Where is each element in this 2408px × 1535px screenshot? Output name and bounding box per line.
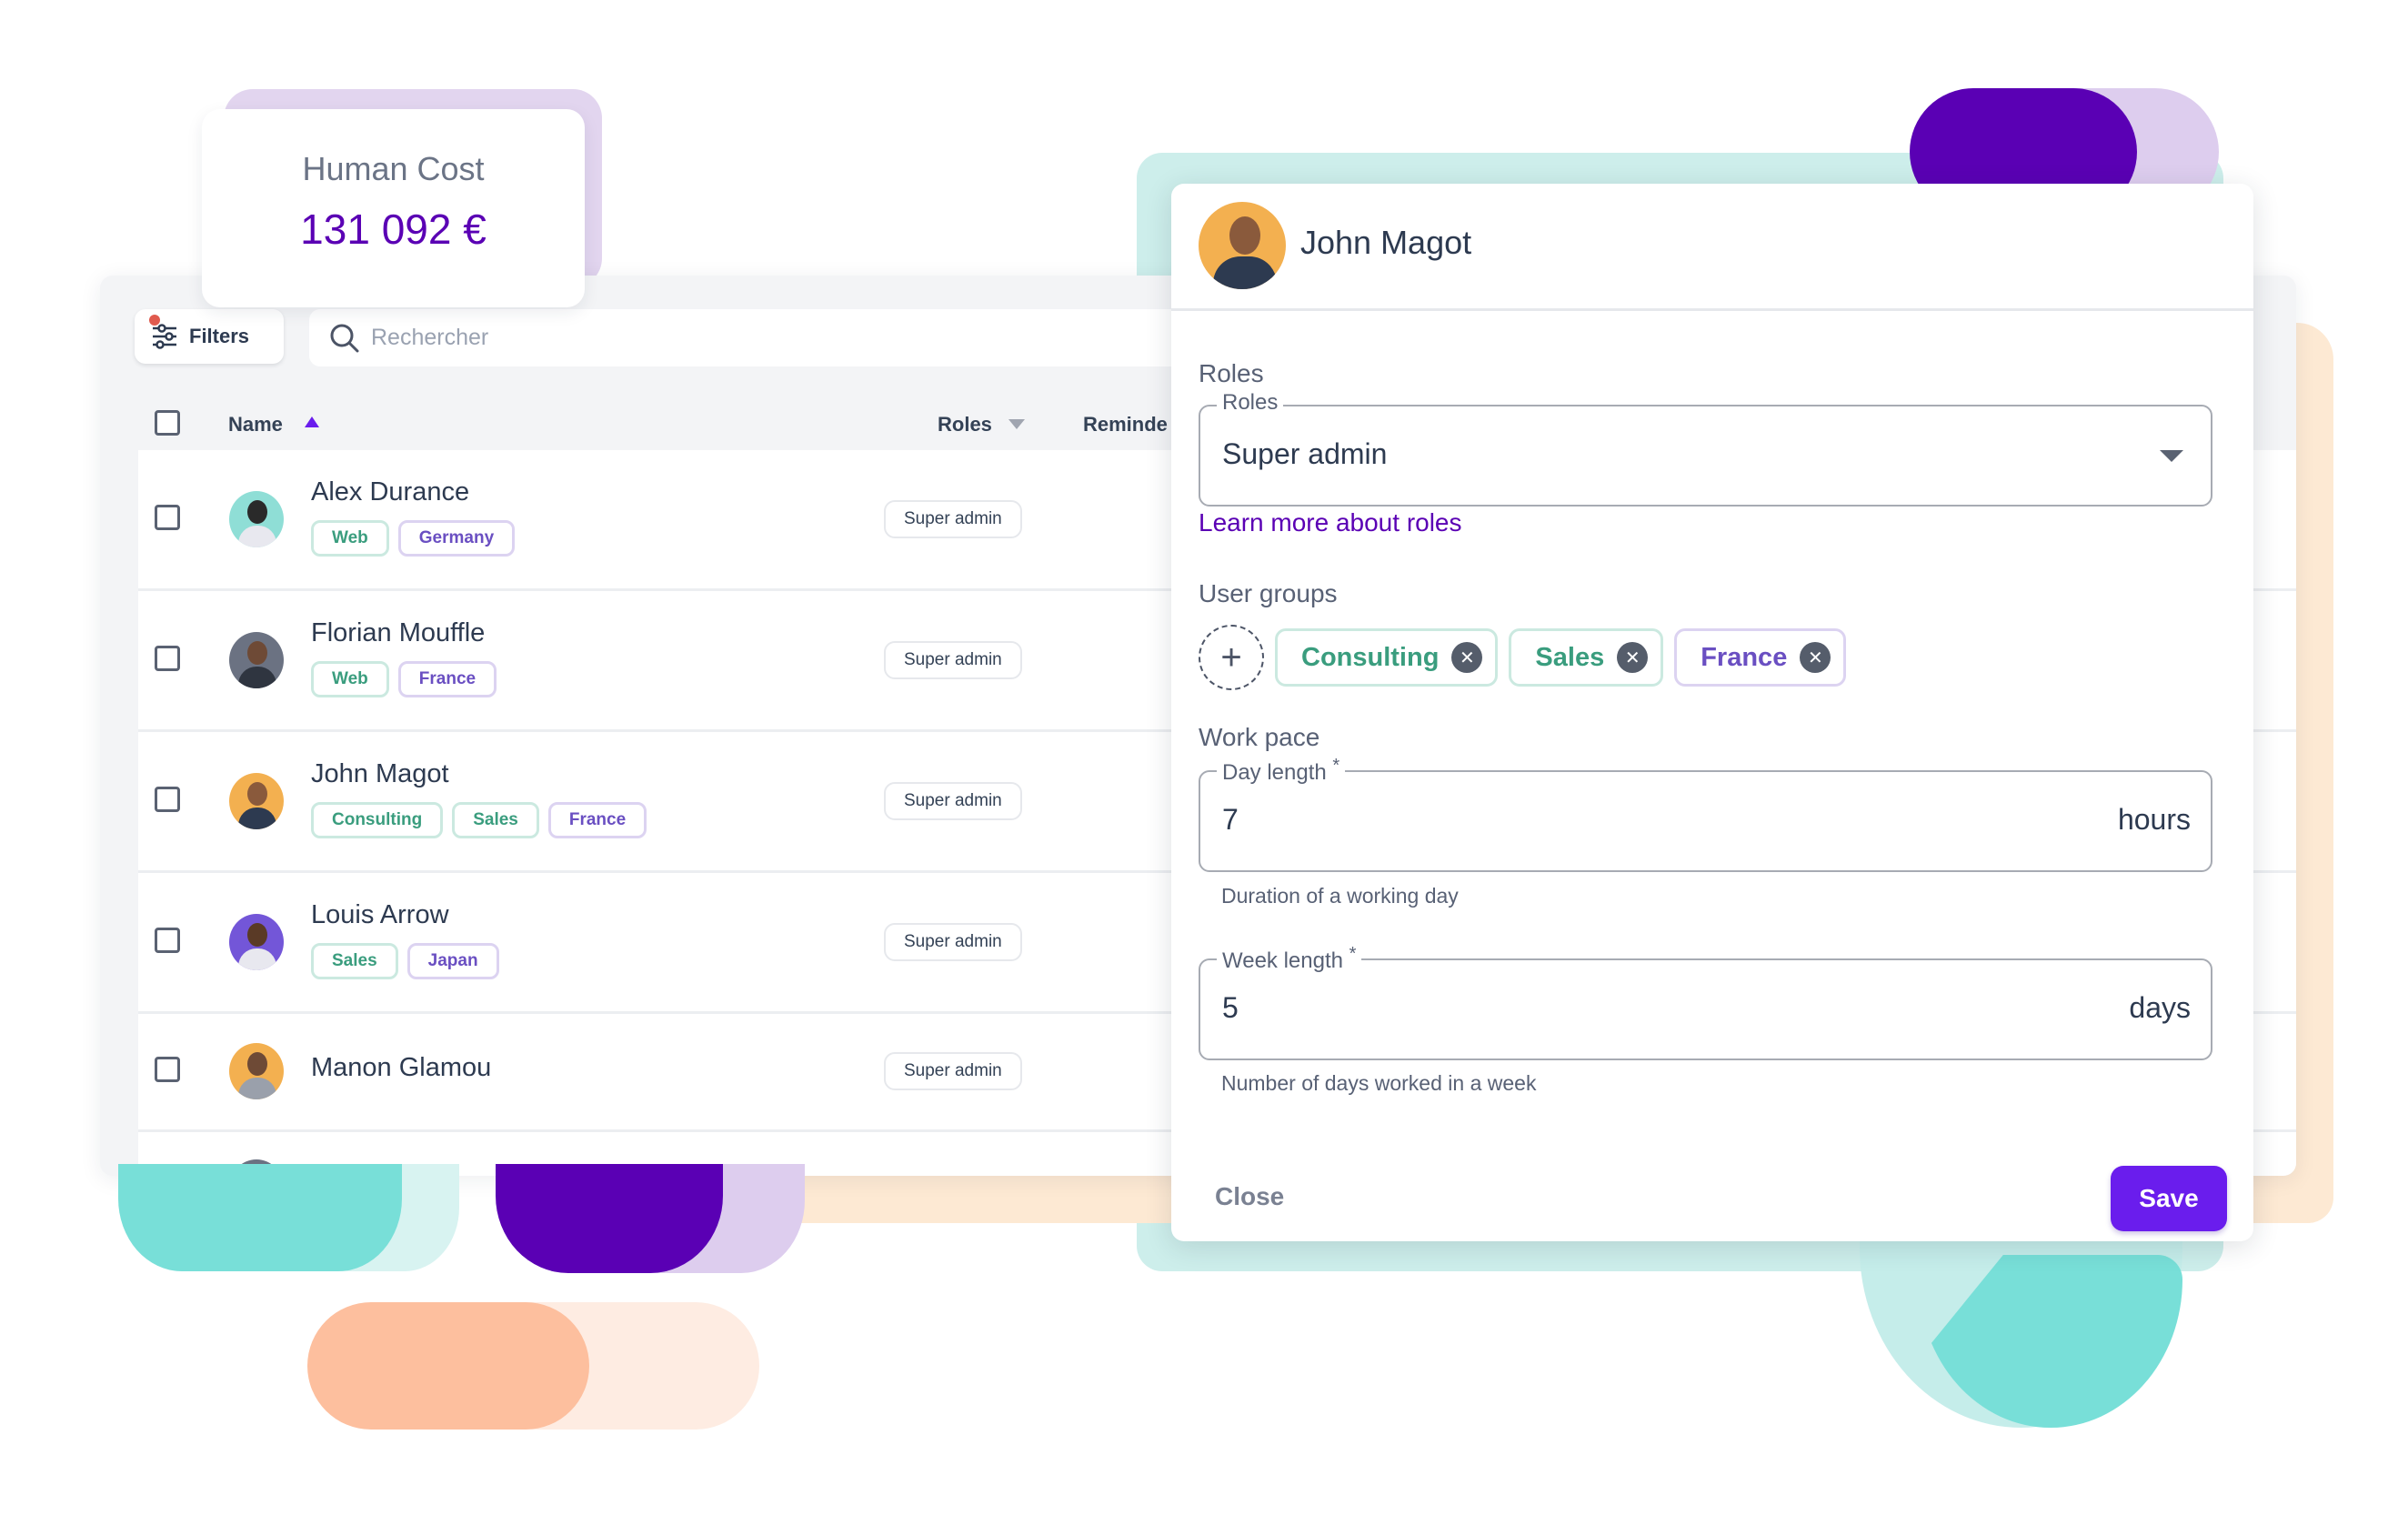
chevron-down-icon xyxy=(2160,450,2183,462)
group-tag: Sales xyxy=(311,943,398,979)
user-group-chip: Sales ✕ xyxy=(1509,628,1664,687)
user-groups-section-label: User groups xyxy=(1199,579,1338,607)
row-checkbox[interactable] xyxy=(155,1057,180,1082)
role-badge: Super admin xyxy=(884,782,1022,820)
remove-icon[interactable]: ✕ xyxy=(1451,642,1483,673)
avatar xyxy=(229,632,284,688)
role-badge: Super admin xyxy=(884,1052,1022,1090)
roles-field-legend: Roles xyxy=(1217,390,1284,416)
decorative-pill xyxy=(496,1164,723,1273)
modal-title: John Magot xyxy=(1300,224,1472,261)
group-tag: Germany xyxy=(397,520,516,557)
column-header-name[interactable]: Name xyxy=(228,413,283,436)
user-group-label: Consulting xyxy=(1301,642,1440,672)
roles-select[interactable]: Roles Super admin xyxy=(1199,390,2212,507)
week-length-unit: days xyxy=(2129,991,2191,1024)
day-length-input[interactable]: Day length * 7 hours xyxy=(1199,756,2212,872)
row-checkbox[interactable] xyxy=(155,505,180,530)
add-group-button[interactable]: + xyxy=(1199,625,1264,690)
day-length-unit: hours xyxy=(2117,803,2191,836)
sort-ascending-icon[interactable] xyxy=(305,416,319,427)
decorative-pill xyxy=(307,1302,589,1430)
active-filter-indicator xyxy=(149,315,160,326)
day-length-legend: Day length * xyxy=(1217,756,1346,786)
search-placeholder: Rechercher xyxy=(371,325,489,350)
user-tags: Sales Japan xyxy=(311,943,499,979)
save-button[interactable]: Save xyxy=(2111,1166,2227,1231)
group-tag: Consulting xyxy=(311,802,444,838)
row-checkbox[interactable] xyxy=(155,787,180,812)
filters-label: Filters xyxy=(189,325,250,347)
user-name[interactable]: Louis Arrow xyxy=(311,900,449,930)
week-length-input[interactable]: Week length * 5 days xyxy=(1199,944,2212,1060)
decorative-pill xyxy=(118,1164,402,1271)
user-name[interactable]: Manon Glamou xyxy=(311,1053,491,1083)
user-group-chip: France ✕ xyxy=(1674,628,1847,687)
row-checkbox[interactable] xyxy=(155,646,180,671)
learn-more-roles-link[interactable]: Learn more about roles xyxy=(1199,508,1462,537)
avatar xyxy=(229,1043,284,1099)
row-checkbox[interactable] xyxy=(155,928,180,953)
group-tag: France xyxy=(397,661,497,697)
filters-button[interactable]: Filters xyxy=(135,309,284,364)
close-button[interactable]: Close xyxy=(1215,1182,1284,1211)
required-marker: * xyxy=(1332,756,1340,776)
roles-section-label: Roles xyxy=(1199,359,1264,387)
plus-icon: + xyxy=(1220,637,1242,677)
human-cost-value: 131 092 € xyxy=(300,206,487,253)
user-tags: Web Germany xyxy=(311,520,516,557)
role-badge: Super admin xyxy=(884,923,1022,961)
work-pace-section-label: Work pace xyxy=(1199,723,1320,751)
user-name[interactable]: Florian Mouffle xyxy=(311,618,485,648)
user-name[interactable]: Alex Durance xyxy=(311,477,469,507)
sliders-icon xyxy=(153,324,176,349)
group-tag: Japan xyxy=(406,943,499,979)
sort-dropdown-icon[interactable] xyxy=(1008,419,1025,430)
week-length-legend: Week length * xyxy=(1217,944,1362,974)
user-group-label: France xyxy=(1701,642,1788,672)
user-groups-list: + Consulting ✕ Sales ✕ France ✕ xyxy=(1199,625,1847,690)
search-input[interactable]: Rechercher xyxy=(309,309,1309,366)
week-length-value: 5 xyxy=(1222,991,1239,1024)
human-cost-card: Human Cost 131 092 € xyxy=(202,109,585,307)
group-tag: France xyxy=(547,802,647,838)
avatar xyxy=(229,773,284,829)
group-tag: Sales xyxy=(452,802,539,838)
user-tags: Web France xyxy=(311,661,497,697)
avatar xyxy=(229,491,284,547)
required-marker: * xyxy=(1349,944,1357,964)
day-length-help: Duration of a working day xyxy=(1221,884,1459,908)
remove-icon[interactable]: ✕ xyxy=(1617,642,1649,673)
user-name[interactable]: John Magot xyxy=(311,759,449,789)
day-length-value: 7 xyxy=(1222,803,1239,836)
user-edit-modal: John Magot Roles Roles Super admin Learn… xyxy=(1171,184,2253,1241)
week-length-label: Week length xyxy=(1222,948,1343,973)
user-group-chip: Consulting ✕ xyxy=(1275,628,1499,687)
group-tag: Web xyxy=(311,661,389,697)
role-badge: Super admin xyxy=(884,500,1022,538)
group-tag: Web xyxy=(311,520,389,557)
column-header-roles[interactable]: Roles xyxy=(938,413,992,436)
avatar xyxy=(1199,202,1286,289)
user-tags: Consulting Sales France xyxy=(311,802,647,838)
user-group-label: Sales xyxy=(1535,642,1605,672)
human-cost-label: Human Cost xyxy=(302,150,485,187)
role-badge: Super admin xyxy=(884,641,1022,679)
search-icon xyxy=(330,324,359,352)
avatar xyxy=(229,914,284,970)
modal-header: John Magot xyxy=(1171,184,2253,311)
column-header-reminders[interactable]: Reminde xyxy=(1083,413,1168,436)
week-length-help: Number of days worked in a week xyxy=(1221,1071,1537,1095)
remove-icon[interactable]: ✕ xyxy=(1800,642,1831,673)
roles-select-value: Super admin xyxy=(1222,437,1388,470)
day-length-label: Day length xyxy=(1222,760,1327,785)
select-all-checkbox[interactable] xyxy=(155,410,180,436)
